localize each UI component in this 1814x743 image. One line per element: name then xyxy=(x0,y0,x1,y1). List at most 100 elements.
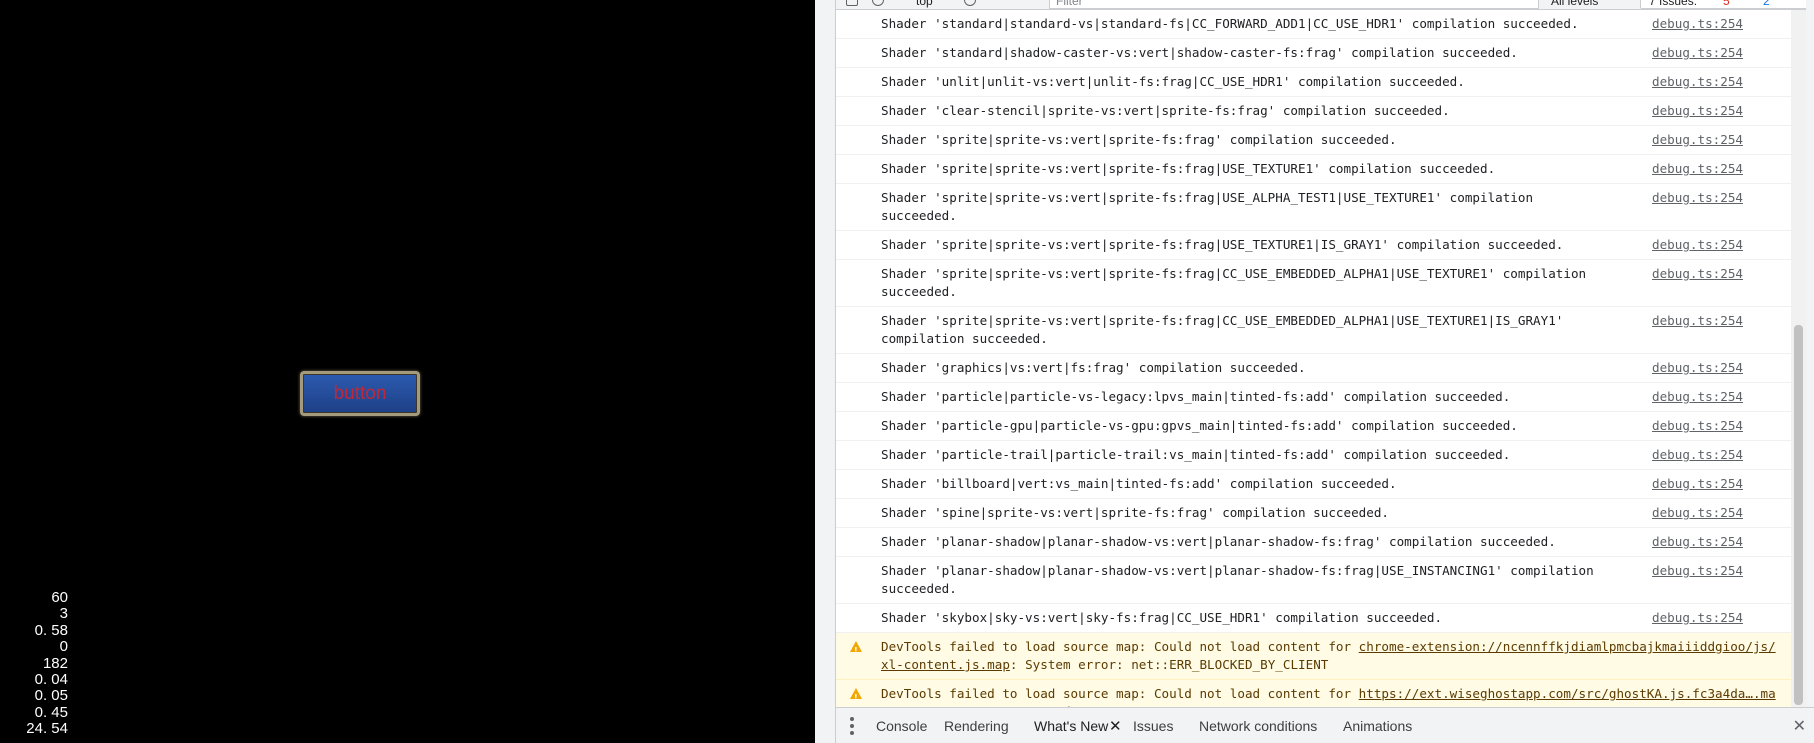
stat-value: 24. 54 xyxy=(26,720,68,738)
game-button[interactable]: button xyxy=(300,371,420,416)
warning-text: DevTools failed to load source map: Coul… xyxy=(881,685,1781,707)
devtools-panel: top Filter All levels 7 Issues: 5 2 Shad… xyxy=(815,0,1814,743)
source-link[interactable]: debug.ts:254 xyxy=(1652,609,1743,627)
drawer-menu-icon[interactable] xyxy=(850,717,854,735)
clear-console-icon[interactable] xyxy=(872,0,884,6)
filter-input[interactable]: Filter xyxy=(1049,0,1539,9)
source-link[interactable]: debug.ts:254 xyxy=(1652,160,1743,178)
message-text: Shader 'standard|shadow-caster-vs:vert|s… xyxy=(881,45,1518,60)
source-link[interactable]: debug.ts:254 xyxy=(1652,417,1743,435)
console-message: Shader 'planar-shadow|planar-shadow-vs:v… xyxy=(836,557,1791,604)
sidebar-toggle-icon[interactable] xyxy=(846,0,858,6)
log-levels-select[interactable]: All levels xyxy=(1551,0,1598,8)
message-text: Shader 'particle-trail|particle-trail:vs… xyxy=(881,447,1511,462)
game-canvas[interactable]: button 60 3 0. 58 0 182 0. 04 0. 05 0. 45 24. 54 xyxy=(0,0,815,743)
warning-prefix: DevTools failed to load source map: Coul… xyxy=(881,639,1359,654)
console-warning: DevTools failed to load source map: Coul… xyxy=(836,680,1791,707)
stat-value: 0 xyxy=(59,638,68,656)
source-link[interactable]: debug.ts:254 xyxy=(1652,359,1743,377)
stat-value: 0. 58 xyxy=(34,621,68,639)
console-messages[interactable]: Shader 'standard|standard-vs|standard-fs… xyxy=(836,10,1791,707)
warning-prefix: DevTools failed to load source map: Coul… xyxy=(881,686,1359,701)
message-text: Shader 'graphics|vs:vert|fs:frag' compil… xyxy=(881,360,1306,375)
tab-network-conditions[interactable]: Network conditions xyxy=(1199,718,1317,734)
console-message: Shader 'sprite|sprite-vs:vert|sprite-fs:… xyxy=(836,184,1791,231)
message-text: Shader 'sprite|sprite-vs:vert|sprite-fs:… xyxy=(881,190,1534,223)
warning-suffix: : System error: net::ERR_BLOCKED_BY_CLIE… xyxy=(1009,657,1329,672)
console-message: Shader 'billboard|vert:vs_main|tinted-fs… xyxy=(836,470,1791,499)
warning-text: DevTools failed to load source map: Coul… xyxy=(881,638,1781,674)
console-scrollbar[interactable] xyxy=(1791,10,1806,707)
stat-value: 0. 45 xyxy=(34,703,68,721)
console-message: Shader 'particle|particle-vs-legacy:lpvs… xyxy=(836,383,1791,412)
scrollbar-thumb[interactable] xyxy=(1794,325,1803,705)
tab-animations[interactable]: Animations xyxy=(1343,718,1412,734)
warning-icon xyxy=(850,641,862,660)
message-text: Shader 'sprite|sprite-vs:vert|sprite-fs:… xyxy=(881,266,1587,299)
message-text: Shader 'planar-shadow|planar-shadow-vs:v… xyxy=(881,534,1556,549)
devtools-sidebar-gutter xyxy=(815,0,836,743)
console-message: Shader 'clear-stencil|sprite-vs:vert|spr… xyxy=(836,97,1791,126)
tab-rendering[interactable]: Rendering xyxy=(944,718,1009,734)
message-text: Shader 'particle|particle-vs-legacy:lpvs… xyxy=(881,389,1511,404)
console-message: Shader 'standard|standard-vs|standard-fs… xyxy=(836,10,1791,39)
console-message: Shader 'sprite|sprite-vs:vert|sprite-fs:… xyxy=(836,260,1791,307)
message-text: Shader 'sprite|sprite-vs:vert|sprite-fs:… xyxy=(881,313,1564,346)
console-message: Shader 'graphics|vs:vert|fs:frag' compil… xyxy=(836,354,1791,383)
source-link[interactable]: debug.ts:254 xyxy=(1652,504,1743,522)
source-link[interactable]: debug.ts:254 xyxy=(1652,236,1743,254)
source-link[interactable]: debug.ts:254 xyxy=(1652,533,1743,551)
message-text: Shader 'clear-stencil|sprite-vs:vert|spr… xyxy=(881,103,1450,118)
tab-whats-new[interactable]: What's New xyxy=(1034,718,1108,734)
stat-value: 60 xyxy=(51,589,68,606)
issues-error-count: 5 xyxy=(1723,0,1730,8)
eye-icon[interactable] xyxy=(964,0,976,6)
message-text: Shader 'planar-shadow|planar-shadow-vs:v… xyxy=(881,563,1594,596)
console-toolbar: top Filter All levels 7 Issues: 5 2 xyxy=(836,0,1814,10)
source-link[interactable]: debug.ts:254 xyxy=(1652,265,1743,283)
source-link[interactable]: debug.ts:254 xyxy=(1652,131,1743,149)
message-text: Shader 'spine|sprite-vs:vert|sprite-fs:f… xyxy=(881,505,1389,520)
source-link[interactable]: debug.ts:254 xyxy=(1652,562,1743,580)
tab-console[interactable]: Console xyxy=(876,718,927,734)
stat-value: 3 xyxy=(59,605,68,623)
stat-value: 0. 05 xyxy=(34,687,68,705)
message-text: Shader 'unlit|unlit-vs:vert|unlit-fs:fra… xyxy=(881,74,1465,89)
fps-stats: 60 3 0. 58 0 182 0. 04 0. 05 0. 45 24. 54 xyxy=(10,589,68,738)
issues-counter-button[interactable]: 7 Issues: 5 2 xyxy=(1640,0,1808,9)
message-text: Shader 'billboard|vert:vs_main|tinted-fs… xyxy=(881,476,1397,491)
source-link[interactable]: debug.ts:254 xyxy=(1652,189,1743,207)
source-link[interactable]: debug.ts:254 xyxy=(1652,73,1743,91)
issues-info-count: 2 xyxy=(1763,0,1770,8)
console-message: Shader 'particle-trail|particle-trail:vs… xyxy=(836,441,1791,470)
source-link[interactable]: debug.ts:254 xyxy=(1652,446,1743,464)
console-message: Shader 'sprite|sprite-vs:vert|sprite-fs:… xyxy=(836,155,1791,184)
context-select[interactable]: top xyxy=(916,0,933,8)
console-message: Shader 'standard|shadow-caster-vs:vert|s… xyxy=(836,39,1791,68)
message-list: Shader 'standard|standard-vs|standard-fs… xyxy=(836,10,1791,633)
warning-list: DevTools failed to load source map: Coul… xyxy=(836,633,1791,707)
drawer-tabbar: Console Rendering What's New ✕ Issues Ne… xyxy=(836,707,1814,743)
tab-issues[interactable]: Issues xyxy=(1133,718,1173,734)
message-text: Shader 'sprite|sprite-vs:vert|sprite-fs:… xyxy=(881,237,1564,252)
close-tab-icon[interactable]: ✕ xyxy=(1109,717,1122,735)
message-text: Shader 'sprite|sprite-vs:vert|sprite-fs:… xyxy=(881,161,1496,176)
source-link[interactable]: debug.ts:254 xyxy=(1652,312,1743,330)
stat-value: 182 xyxy=(42,654,68,672)
source-link[interactable]: debug.ts:254 xyxy=(1652,102,1743,120)
message-text: Shader 'particle-gpu|particle-vs-gpu:gpv… xyxy=(881,418,1518,433)
message-text: Shader 'skybox|sky-vs:vert|sky-fs:frag|C… xyxy=(881,610,1443,625)
message-text: Shader 'standard|standard-vs|standard-fs… xyxy=(881,16,1579,31)
warning-icon xyxy=(850,688,862,707)
console-warning: DevTools failed to load source map: Coul… xyxy=(836,633,1791,680)
devtools-right-edge xyxy=(1806,0,1814,743)
console-message: Shader 'planar-shadow|planar-shadow-vs:v… xyxy=(836,528,1791,557)
stat-value: 0. 04 xyxy=(34,671,68,689)
source-link[interactable]: debug.ts:254 xyxy=(1652,15,1743,33)
source-link[interactable]: debug.ts:254 xyxy=(1652,388,1743,406)
source-link[interactable]: debug.ts:254 xyxy=(1652,475,1743,493)
source-link[interactable]: debug.ts:254 xyxy=(1652,44,1743,62)
console-message: Shader 'sprite|sprite-vs:vert|sprite-fs:… xyxy=(836,307,1791,354)
close-drawer-icon[interactable]: ✕ xyxy=(1793,716,1806,736)
console-message: Shader 'particle-gpu|particle-vs-gpu:gpv… xyxy=(836,412,1791,441)
